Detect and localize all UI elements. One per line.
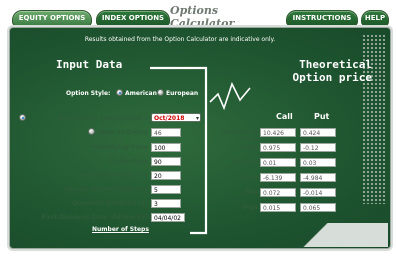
dividend-field[interactable]: 3	[151, 199, 181, 208]
page-title: Options Calculator	[170, 4, 235, 30]
radio-expiry-date[interactable]	[19, 114, 26, 121]
put-column-header: Put	[314, 112, 330, 121]
expiry-selected-value: Oct/2018	[154, 115, 185, 122]
strike-label: Strike Price	[108, 158, 148, 165]
top-nav: EQUITY OPTIONS INDEX OPTIONS Options Cal…	[0, 4, 396, 30]
call-value-field: 0.01	[260, 158, 296, 167]
volatility-field[interactable]: 20	[151, 171, 181, 180]
put-value-field: 0.065	[300, 203, 336, 212]
tab-index-options[interactable]: INDEX OPTIONS	[96, 10, 170, 26]
put-value-field: 0.424	[300, 128, 336, 137]
put-value-field: -0.12	[300, 143, 336, 152]
option-style-label: Option Style:	[66, 90, 111, 97]
first-dividend-field[interactable]: 04/04/02	[151, 213, 185, 222]
first-dividend-label: First Dividend Date (dd/mm/yy)	[41, 214, 148, 221]
days-label: Days to Expiry	[99, 129, 148, 136]
expiry-label: Expiry Date ( Month/Year )	[58, 115, 148, 122]
output-row-label: Theoretical Price	[219, 129, 258, 143]
call-value-field: 0.072	[260, 188, 296, 197]
interest-rate-label: Annual Interest Rate (%)	[64, 186, 148, 193]
volatility-label[interactable]: Annual Volatility (%)	[30, 172, 148, 179]
expiry-select[interactable]: Oct/2018 ▾	[151, 113, 201, 122]
put-value-field: -0.014	[300, 188, 336, 197]
chevron-down-icon: ▾	[195, 115, 199, 122]
call-value-field: 0.015	[260, 203, 296, 212]
put-value-field: 0.03	[300, 158, 336, 167]
call-value-field: -6.139	[260, 173, 296, 182]
call-value-field: 10.426	[260, 128, 296, 137]
output-row-label: Vega	[241, 204, 258, 211]
european-label: European	[166, 90, 199, 97]
radio-european[interactable]	[157, 89, 164, 96]
output-row-label: Gamma	[232, 159, 258, 166]
output-row-label: Delta	[239, 144, 258, 151]
dividend-label: Quarterly Dividend ($)	[71, 200, 148, 207]
number-of-steps-link[interactable]: Number of Steps	[92, 226, 149, 233]
calculator-panel: Results obtained from the Option Calcula…	[9, 27, 391, 249]
tab-equity-options[interactable]: EQUITY OPTIONS	[12, 10, 92, 26]
american-label: American	[125, 90, 157, 97]
interest-rate-field[interactable]: 5	[151, 185, 181, 194]
tab-help[interactable]: HELP	[361, 10, 389, 26]
tab-instructions[interactable]: INSTRUCTIONS	[286, 10, 358, 26]
strike-field[interactable]: 90	[151, 157, 181, 166]
call-value-field: 0.975	[260, 143, 296, 152]
call-column-header: Call	[276, 112, 293, 121]
days-field[interactable]: 46	[151, 128, 181, 137]
output-row-label: Rho	[244, 189, 258, 196]
radio-american[interactable]	[116, 89, 123, 96]
underlying-label: Underlying Price	[91, 144, 148, 151]
put-value-field: -4.984	[300, 173, 336, 182]
output-row-label: Theta	[238, 174, 258, 181]
underlying-field[interactable]: 100	[151, 143, 181, 152]
